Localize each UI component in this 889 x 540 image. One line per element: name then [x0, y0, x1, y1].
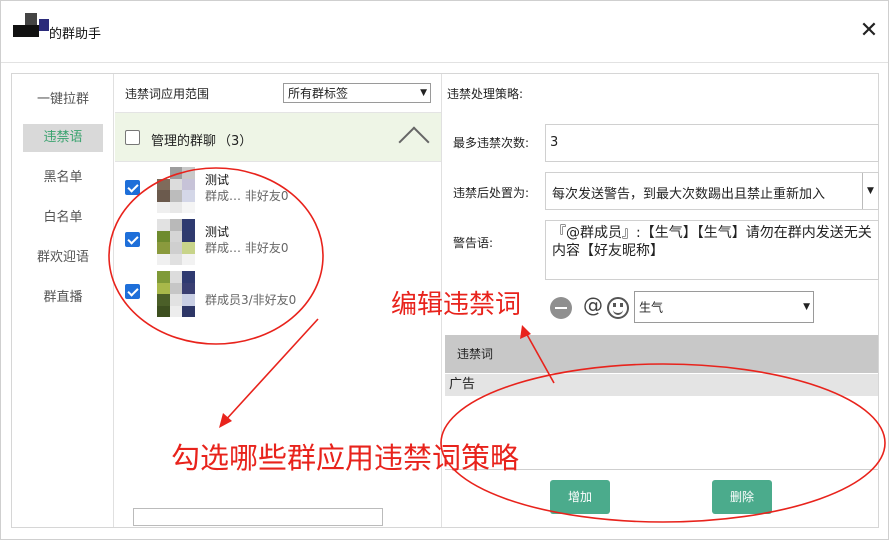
action-select-value: 每次发送警告，到最大次数踢出且禁止重新加入	[552, 187, 826, 202]
scope-label: 违禁词应用范围	[125, 87, 210, 101]
title-bar: 的群助手 ✕	[1, 1, 888, 63]
group-member-info: 群成员3/非好友0	[205, 293, 297, 307]
group-row[interactable]: 测试 群成… 非好友0	[115, 167, 441, 217]
warning-textarea[interactable]: 『@群成员』:【生气】【生气】请勿在群内发送无关内容【好友昵称】	[545, 220, 879, 280]
group-checkbox[interactable]	[125, 284, 140, 299]
horizontal-scrollbar[interactable]	[133, 508, 383, 526]
sidebar-item-banned-words[interactable]: 违禁语	[23, 124, 103, 152]
group-header-count: （3）	[218, 134, 253, 149]
group-row[interactable]: 测试 群成… 非好友0	[115, 219, 441, 269]
avatar	[157, 167, 195, 213]
chevron-down-icon: ▼	[420, 88, 427, 98]
max-violations-label: 最多违禁次数:	[453, 136, 530, 150]
app-window: 的群助手 ✕ 一键拉群 违禁语 黑名单 白名单 群欢迎语 群直播 违禁词应用范围…	[0, 0, 889, 540]
strategy-title: 违禁处理策略:	[447, 87, 524, 101]
sidebar-item-group-live[interactable]: 群直播	[23, 284, 103, 312]
group-header-label: 管理的群聊 （3）	[151, 130, 252, 149]
max-violations-input[interactable]: 3	[545, 124, 879, 162]
emoji-icon[interactable]	[607, 297, 629, 319]
add-button[interactable]: 增加	[550, 480, 610, 514]
table-row[interactable]: 广告	[445, 374, 878, 396]
action-label: 违禁后处置为:	[453, 186, 530, 200]
chevron-down-icon: ▼	[862, 173, 878, 209]
group-checkbox[interactable]	[125, 232, 140, 247]
chevron-down-icon: ▼	[803, 302, 810, 312]
remove-icon[interactable]	[550, 297, 572, 319]
sidebar-item-blacklist[interactable]: 黑名单	[23, 164, 103, 192]
group-header-title: 管理的群聊	[151, 134, 217, 149]
group-member-info: 群成… 非好友0	[205, 241, 289, 255]
sidebar-nav: 一键拉群 违禁语 黑名单 白名单 群欢迎语 群直播	[12, 74, 114, 527]
group-member-info: 群成… 非好友0	[205, 189, 289, 203]
emoji-select[interactable]: 生气 ▼	[634, 291, 814, 323]
annotation-edit-words: 编辑违禁词	[391, 290, 522, 320]
collapse-chevron-icon[interactable]	[398, 126, 430, 158]
banned-words-table-header: 违禁词	[445, 335, 878, 373]
delete-button[interactable]: 删除	[712, 480, 772, 514]
sidebar-item-welcome-message[interactable]: 群欢迎语	[23, 244, 103, 272]
window-title: 的群助手	[49, 27, 102, 42]
group-name: 测试	[205, 225, 230, 239]
avatar	[157, 219, 195, 265]
action-select[interactable]: 每次发送警告，到最大次数踢出且禁止重新加入 ▼	[545, 172, 879, 210]
group-name: 测试	[205, 173, 230, 187]
tag-select[interactable]: 所有群标签 ▼	[283, 83, 431, 103]
sidebar-item-whitelist[interactable]: 白名单	[23, 204, 103, 232]
mention-icon[interactable]: @	[583, 293, 603, 317]
annotation-select-groups: 勾选哪些群应用违禁词策略	[171, 441, 520, 475]
warning-label: 警告语:	[453, 236, 494, 250]
tag-select-value: 所有群标签	[288, 86, 349, 101]
select-all-checkbox[interactable]	[125, 130, 140, 145]
emoji-select-value: 生气	[639, 300, 664, 315]
group-checkbox[interactable]	[125, 180, 140, 195]
avatar	[157, 271, 195, 317]
close-icon[interactable]: ✕	[857, 19, 881, 43]
sidebar-item-one-click-group[interactable]: 一键拉群	[23, 86, 103, 114]
group-header[interactable]: 管理的群聊 （3）	[115, 112, 441, 162]
